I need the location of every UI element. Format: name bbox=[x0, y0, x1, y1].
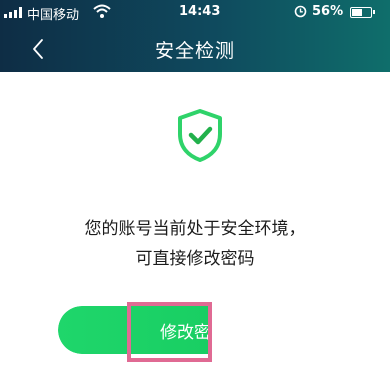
alarm-icon bbox=[294, 5, 307, 18]
highlight-box bbox=[127, 302, 212, 362]
carrier-name: 中国移动 bbox=[27, 8, 80, 23]
wifi-icon bbox=[93, 4, 111, 18]
message-line-1: 您的账号当前处于安全环境， bbox=[84, 219, 306, 239]
signal-icon bbox=[4, 7, 22, 18]
shield-check-icon bbox=[178, 109, 222, 162]
status-bar: 中国移动 14:43 56% bbox=[0, 0, 390, 24]
clock-time: 14:43 bbox=[179, 4, 221, 19]
security-message: 您的账号当前处于安全环境， 可直接修改密码 bbox=[40, 214, 350, 274]
page-title: 安全检测 bbox=[154, 40, 235, 62]
battery-icon bbox=[350, 7, 375, 18]
battery-fill bbox=[352, 9, 362, 16]
battery-percentage: 56% bbox=[312, 4, 344, 19]
header-bar: 中国移动 14:43 56% 安全检测 bbox=[0, 0, 390, 72]
message-line-2: 可直接修改密码 bbox=[135, 249, 255, 269]
